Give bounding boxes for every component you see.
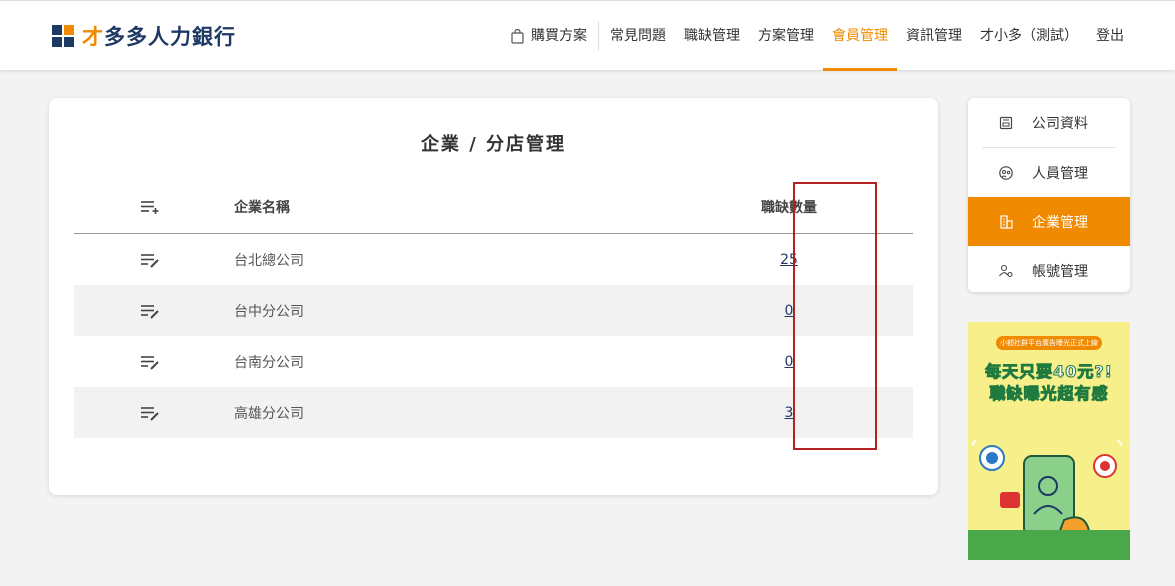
company-name: 高雄分公司 [234, 405, 304, 422]
add-list-icon[interactable] [140, 199, 160, 215]
edit-list-icon[interactable] [140, 303, 160, 319]
side-item-label: 公司資料 [1032, 115, 1088, 132]
side-item-staff-management[interactable]: 人員管理 [968, 148, 1130, 197]
logo-text: 才多多人力銀行 [82, 25, 236, 49]
table-row: 台中分公司 0 [74, 285, 913, 336]
people-icon [999, 165, 1013, 180]
nav-logout[interactable]: 登出 [1087, 1, 1133, 71]
nav-user-account[interactable]: 才小多（測試） [971, 1, 1087, 71]
nav-job-management[interactable]: 職缺管理 [675, 1, 749, 71]
edit-list-icon[interactable] [140, 405, 160, 421]
nav-divider [598, 21, 599, 51]
ad-subheadline: 職缺曝光超有感 [989, 384, 1109, 404]
job-count-highlight-box [793, 182, 877, 450]
id-card-icon [999, 116, 1013, 129]
company-name: 台南分公司 [234, 354, 304, 371]
side-item-account-management[interactable]: 帳號管理 [968, 246, 1130, 292]
table-row: 台北總公司 25 [74, 234, 913, 285]
nav-faq[interactable]: 常見問題 [601, 1, 675, 71]
main-nav: 購買方案 常見問題 職缺管理 方案管理 會員管理 資訊管理 才小多（測試） 登出 [502, 1, 1133, 71]
nav-info-management[interactable]: 資訊管理 [897, 1, 971, 71]
nav-purchase-plan[interactable]: 購買方案 [502, 1, 596, 71]
ad-tag: 小額社群平台廣告曝光正式上線 [996, 336, 1102, 350]
shopping-bag-icon [511, 28, 524, 44]
side-item-label: 企業管理 [1032, 214, 1088, 231]
side-item-label: 人員管理 [1032, 165, 1088, 182]
user-gear-icon [999, 264, 1013, 277]
edit-list-icon[interactable] [140, 354, 160, 370]
ad-banner[interactable]: 小額社群平台廣告曝光正式上線 每天只要40元?! 職缺曝光超有感 [968, 322, 1130, 560]
edit-list-icon[interactable] [140, 252, 160, 268]
site-logo[interactable]: 才多多人力銀行 [52, 23, 236, 49]
side-item-company-info[interactable]: 公司資料 [968, 98, 1130, 147]
company-name: 台北總公司 [234, 252, 304, 269]
page-title: 企業 / 分店管理 [420, 134, 567, 155]
logo-mark-icon [52, 25, 74, 47]
side-menu: 公司資料 人員管理 企業管理 帳號管理 [968, 98, 1130, 292]
company-name: 台中分公司 [234, 303, 304, 320]
enterprise-table: 企業名稱 職缺數量 台北總公司 25 台中分公司 0 台南分公司 0 高雄分公司… [74, 180, 913, 438]
nav-label: 購買方案 [531, 28, 587, 44]
nav-member-management[interactable]: 會員管理 [823, 1, 897, 71]
nav-plan-management[interactable]: 方案管理 [749, 1, 823, 71]
table-row: 台南分公司 0 [74, 336, 913, 387]
building-icon [1000, 214, 1013, 229]
side-item-label: 帳號管理 [1032, 263, 1088, 280]
column-header-name: 企業名稱 [234, 199, 290, 216]
ad-ground [968, 530, 1130, 560]
top-header: 才多多人力銀行 購買方案 常見問題 職缺管理 方案管理 會員管理 資訊管理 才小… [0, 0, 1175, 71]
ad-headline: 每天只要40元?! [985, 362, 1113, 382]
side-item-enterprise-management[interactable]: 企業管理 [968, 197, 1130, 246]
table-header: 企業名稱 職缺數量 [74, 180, 913, 234]
table-row: 高雄分公司 3 [74, 387, 913, 438]
